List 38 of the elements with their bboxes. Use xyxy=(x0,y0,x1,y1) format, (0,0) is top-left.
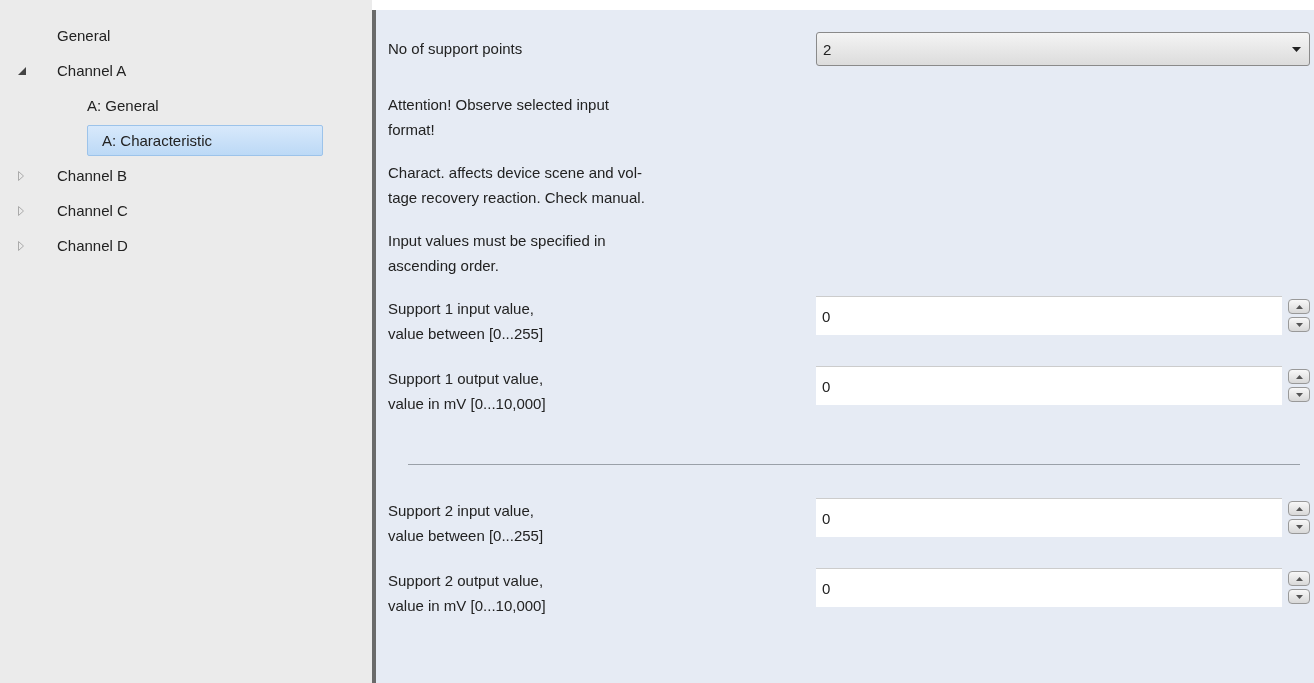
note-text: Charact. affects device scene and vol- tage recovery reaction. Check manual. xyxy=(388,163,645,208)
tree-item[interactable]: Channel A xyxy=(57,56,137,85)
dropdown[interactable]: 2 xyxy=(816,32,1310,66)
note-text: Input values must be specified in ascending order. xyxy=(388,231,606,276)
down-arrow-icon xyxy=(1295,594,1303,599)
down-arrow-icon xyxy=(1295,392,1303,397)
spin-down-button[interactable] xyxy=(1288,519,1310,534)
spin-down-button[interactable] xyxy=(1288,589,1310,604)
spin-up-button[interactable] xyxy=(1288,299,1310,314)
up-arrow-icon xyxy=(1295,576,1303,581)
tree-item[interactable]: A: Characteristic xyxy=(87,125,323,156)
spin-down-button[interactable] xyxy=(1288,317,1310,332)
note-text: Attention! Observe selected input format! xyxy=(388,95,609,140)
parameter-label: Support 2 input value, value between [0...255] xyxy=(388,501,545,546)
tree-item[interactable]: Channel D xyxy=(57,231,138,260)
tree-item[interactable]: Channel C xyxy=(57,196,138,225)
tree-item[interactable]: General xyxy=(57,21,121,50)
parameter-label: No of support points xyxy=(388,39,524,59)
spin-up-button[interactable] xyxy=(1288,369,1310,384)
number-field[interactable]: 0 xyxy=(816,568,1282,607)
tree-item[interactable]: Channel B xyxy=(57,161,138,190)
number-field[interactable]: 0 xyxy=(816,366,1282,405)
spin-up-button[interactable] xyxy=(1288,501,1310,516)
parameter-label: Support 2 output value, value in mV [0...10,000] xyxy=(388,571,547,616)
spin-up-button[interactable] xyxy=(1288,571,1310,586)
tree-item[interactable]: A: General xyxy=(87,91,169,120)
up-arrow-icon xyxy=(1295,304,1303,309)
expanded-triangle-icon[interactable] xyxy=(18,66,26,75)
parameter-label: Support 1 output value, value in mV [0...10,000] xyxy=(388,369,547,414)
down-arrow-icon xyxy=(1295,322,1303,327)
up-arrow-icon xyxy=(1295,374,1303,379)
number-field[interactable]: 0 xyxy=(816,498,1282,537)
number-field[interactable]: 0 xyxy=(816,296,1282,335)
parameter-label: Support 1 input value, value between [0...255] xyxy=(388,299,545,344)
caret-icon xyxy=(1292,46,1301,52)
spin-down-button[interactable] xyxy=(1288,387,1310,402)
up-arrow-icon xyxy=(1295,506,1303,511)
down-arrow-icon xyxy=(1295,524,1303,529)
